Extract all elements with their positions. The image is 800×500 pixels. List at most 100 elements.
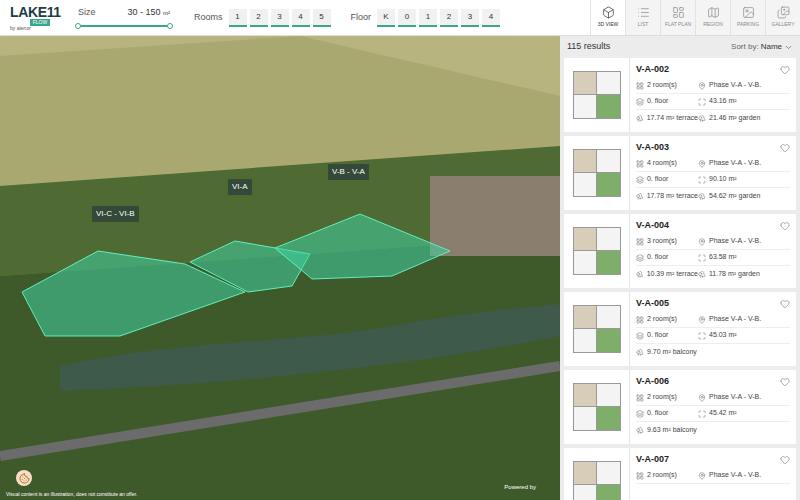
filter-label: Floor xyxy=(351,11,372,25)
flat-list: V-A-0022 room(s)Phase V-A - V-B.0. floor… xyxy=(564,58,796,500)
results-count: 115 results xyxy=(567,40,610,54)
flat-extra: 54.62 m² garden xyxy=(698,191,790,202)
flat-plan-thumbnail xyxy=(564,214,630,288)
floor-icon xyxy=(636,98,644,106)
view-tabs: 3D VIEWLISTFLAT PLANREGIONPARKINGGALLERY xyxy=(590,0,800,35)
rooms-icon xyxy=(636,238,644,246)
flat-extra: 17.74 m² terrace xyxy=(636,113,698,124)
filter-label: Rooms xyxy=(194,11,223,25)
area-icon xyxy=(698,254,706,262)
flat-code: V-A-006 xyxy=(636,375,669,389)
powered-by: Powered by xyxy=(504,483,536,492)
flat-floor: 0. floor xyxy=(636,96,698,107)
zone-label[interactable]: VI-C - VI-B xyxy=(92,206,139,222)
area-icon xyxy=(698,410,706,418)
size-filter: Size30 - 150 m² xyxy=(78,6,170,30)
flat-area: 43.16 m² xyxy=(698,96,790,107)
slider-thumb[interactable] xyxy=(75,23,81,29)
sort-select[interactable]: Sort by: Name xyxy=(731,41,793,53)
area-icon xyxy=(698,332,706,340)
filter-option[interactable]: 1 xyxy=(419,9,437,27)
flat-card[interactable]: V-A-0022 room(s)Phase V-A - V-B.0. floor… xyxy=(564,58,796,132)
view-tab[interactable]: REGION xyxy=(695,0,730,35)
results-panel: 115 results Sort by: Name V-A-0022 room(s)… xyxy=(560,36,800,500)
flat-extra: 9.63 m² balcony xyxy=(636,425,698,436)
view-icon xyxy=(742,6,755,19)
flat-card[interactable]: V-A-0052 room(s)Phase V-A - V-B.0. floor… xyxy=(564,292,796,366)
filter-option[interactable]: 3 xyxy=(461,9,479,27)
filter-option[interactable]: K xyxy=(377,9,395,27)
cookie-icon[interactable] xyxy=(19,473,30,484)
flat-card[interactable]: V-A-007 2 room(s)Phase V-A - V-B. xyxy=(564,448,796,500)
filter-option[interactable]: 2 xyxy=(250,9,268,27)
flat-area: 45.42 m² xyxy=(698,408,790,419)
zone-label[interactable]: VI-A xyxy=(228,179,252,195)
flat-card[interactable]: V-A-0062 room(s)Phase V-A - V-B.0. floor… xyxy=(564,370,796,444)
view-tab[interactable]: FLAT PLAN xyxy=(660,0,695,35)
view-tab[interactable]: GALLERY xyxy=(765,0,800,35)
flat-phase: Phase V-A - V-B. xyxy=(698,392,790,403)
flat-phase: Phase V-A - V-B. xyxy=(698,236,790,247)
aerial-map[interactable]: VI-C - VI-BVI-AV-B - V-AVisual content i… xyxy=(0,36,560,500)
flat-floor: 0. floor xyxy=(636,330,698,341)
view-tab[interactable]: PARKING xyxy=(730,0,765,35)
flat-plan-thumbnail xyxy=(564,448,630,500)
flat-code: V-A-007 xyxy=(636,453,669,467)
flat-extra: 21.46 m² garden xyxy=(698,113,790,124)
flat-area: 45.03 m² xyxy=(698,330,790,341)
flat-card[interactable]: V-A-0034 room(s)Phase V-A - V-B.0. floor… xyxy=(564,136,796,210)
flat-plan-thumbnail xyxy=(564,370,630,444)
view-icon xyxy=(777,6,790,19)
heart-icon[interactable] xyxy=(780,143,790,153)
heart-icon[interactable] xyxy=(780,377,790,387)
heart-icon[interactable] xyxy=(780,455,790,465)
rooms-icon xyxy=(636,316,644,324)
logo[interactable]: LAKE11FLOWby atenor xyxy=(0,5,70,31)
rooms-icon xyxy=(636,394,644,402)
rooms-filter: Rooms 12345 xyxy=(194,9,331,27)
zone-label[interactable]: V-B - V-A xyxy=(328,164,369,180)
outdoor-icon xyxy=(636,114,644,122)
location-icon xyxy=(698,160,706,168)
size-slider[interactable] xyxy=(78,23,170,29)
location-icon xyxy=(698,316,706,324)
filter-option[interactable]: 1 xyxy=(229,9,247,27)
heart-icon[interactable] xyxy=(780,221,790,231)
aerial-photo xyxy=(0,36,560,500)
flat-phase: Phase V-A - V-B. xyxy=(698,158,790,169)
view-tab[interactable]: LIST xyxy=(625,0,660,35)
flat-floor: 0. floor xyxy=(636,174,698,185)
flat-plan-thumbnail xyxy=(564,136,630,210)
rooms-icon xyxy=(636,160,644,168)
view-icon xyxy=(707,6,720,19)
filter-option[interactable]: 0 xyxy=(398,9,416,27)
flat-code: V-A-005 xyxy=(636,297,669,311)
flat-extra: 17.78 m² terrace xyxy=(636,191,698,202)
filter-option[interactable]: 4 xyxy=(482,9,500,27)
view-tab[interactable]: 3D VIEW xyxy=(590,0,625,35)
heart-icon[interactable] xyxy=(780,65,790,75)
flat-rooms: 2 room(s) xyxy=(636,80,698,91)
flat-rooms: 3 room(s) xyxy=(636,236,698,247)
filter-option[interactable]: 2 xyxy=(440,9,458,27)
view-icon xyxy=(672,6,685,19)
location-icon xyxy=(698,238,706,246)
slider-thumb[interactable] xyxy=(167,23,173,29)
flat-area: 90.10 m² xyxy=(698,174,790,185)
outdoor-icon xyxy=(636,192,644,200)
filter-option[interactable]: 3 xyxy=(271,9,289,27)
flat-card[interactable]: V-A-0043 room(s)Phase V-A - V-B.0. floor… xyxy=(564,214,796,288)
heart-icon[interactable] xyxy=(780,299,790,309)
location-icon xyxy=(698,472,706,480)
flat-phase: Phase V-A - V-B. xyxy=(698,470,790,481)
area-icon xyxy=(698,98,706,106)
filter-option[interactable]: 5 xyxy=(313,9,331,27)
rooms-icon xyxy=(636,472,644,480)
outdoor-icon xyxy=(698,192,706,200)
flat-plan-thumbnail xyxy=(564,58,630,132)
flat-phase: Phase V-A - V-B. xyxy=(698,314,790,325)
flat-rooms: 2 room(s) xyxy=(636,470,698,481)
outdoor-icon xyxy=(698,114,706,122)
filter-option[interactable]: 4 xyxy=(292,9,310,27)
outdoor-icon xyxy=(636,348,644,356)
